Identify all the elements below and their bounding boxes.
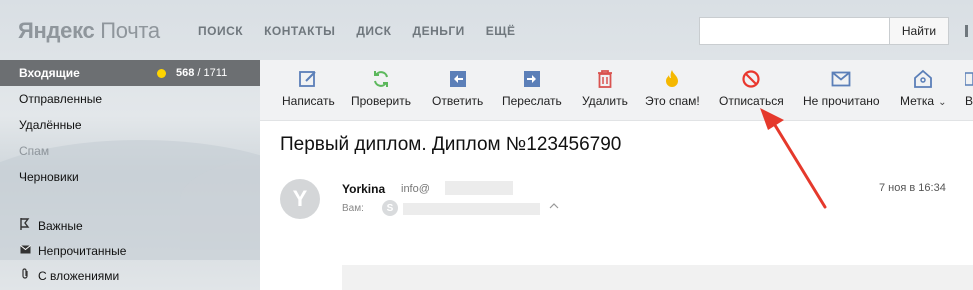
- search-button[interactable]: Найти: [889, 17, 949, 45]
- sender-email[interactable]: info@: [401, 183, 430, 195]
- label-important-text: Важные: [38, 218, 83, 233]
- folder-drafts[interactable]: Черновики: [0, 164, 260, 190]
- top-nav: ПОИСК КОНТАКТЫ ДИСК ДЕНЬГИ ЕЩЁ: [198, 24, 537, 38]
- refresh-icon: [371, 68, 391, 90]
- check-mail-button[interactable]: Проверить: [351, 68, 411, 108]
- sender-name[interactable]: Yorkina: [342, 182, 385, 196]
- label-dropdown-button[interactable]: Метка ⌄: [900, 68, 946, 108]
- logo-product: Почта: [100, 18, 160, 43]
- reply-button[interactable]: Ответить: [432, 68, 483, 108]
- reply-label: Ответить: [432, 94, 484, 108]
- recipient-avatar: S: [382, 200, 398, 216]
- unread-dot-icon[interactable]: [157, 69, 166, 78]
- label-unread[interactable]: Непрочитанные: [0, 238, 260, 263]
- compose-label: Написать: [282, 94, 335, 108]
- folder-spam[interactable]: Спам: [0, 138, 260, 164]
- recipient-label: Вам:: [342, 203, 364, 214]
- yandex-mail-logo[interactable]: Яндекс Почта: [18, 18, 160, 44]
- forward-label: Переслать: [502, 94, 562, 108]
- nav-disk[interactable]: ДИСК: [356, 24, 391, 38]
- tag-icon: [913, 68, 933, 90]
- folder-deleted[interactable]: Удалённые: [0, 112, 260, 138]
- chevron-up-icon[interactable]: [549, 201, 559, 212]
- sidebar: Входящие 568 / 1711 Отправленные Удалённ…: [0, 60, 260, 288]
- header: Яндекс Почта ПОИСК КОНТАКТЫ ДИСК ДЕНЬГИ …: [0, 0, 973, 60]
- label-dropdown-label: Метка ⌄: [900, 94, 947, 108]
- label-attachments[interactable]: С вложениями: [0, 263, 260, 288]
- folder-sent[interactable]: Отправленные: [0, 86, 260, 112]
- unsubscribe-icon: [741, 68, 761, 90]
- inbox-unread-count: 568: [176, 67, 195, 79]
- message-toolbar: Написать Проверить Ответить Переслать Уд: [260, 60, 973, 121]
- spam-label: Это спам!: [645, 94, 700, 108]
- unsubscribe-label: Отписаться: [719, 94, 784, 108]
- attachment-icon: [19, 268, 31, 283]
- trash-icon: [596, 68, 614, 90]
- search-input[interactable]: [699, 17, 889, 45]
- nav-money[interactable]: ДЕНЬГИ: [413, 24, 465, 38]
- inbox-counts: 568 / 1711: [176, 67, 227, 79]
- sender-avatar[interactable]: Y: [280, 179, 320, 219]
- forward-button[interactable]: Переслать: [502, 68, 562, 108]
- message-subject: Первый диплом. Диплом №123456790: [280, 134, 622, 155]
- message-body: [342, 265, 973, 290]
- sender-email-redacted: [445, 181, 513, 195]
- more-icon: [965, 68, 973, 90]
- nav-more[interactable]: ЕЩЁ: [486, 24, 516, 38]
- delete-button[interactable]: Удалить: [582, 68, 628, 108]
- recipient-redacted: [403, 203, 540, 215]
- unread-icon: [19, 244, 31, 257]
- folder-inbox[interactable]: Входящие 568 / 1711: [0, 60, 260, 86]
- message-date: 7 ноя в 16:34: [879, 182, 946, 194]
- inbox-total-count: / 1711: [197, 67, 228, 79]
- compose-icon: [298, 68, 318, 90]
- delete-label: Удалить: [582, 94, 628, 108]
- flame-icon: [663, 68, 681, 90]
- header-user-menu[interactable]: [965, 25, 968, 37]
- logo-brand: Яндекс: [18, 18, 95, 43]
- mark-unread-label: Не прочитано: [803, 94, 880, 108]
- envelope-icon: [831, 68, 851, 90]
- check-mail-label: Проверить: [351, 94, 412, 108]
- label-important[interactable]: Важные: [0, 213, 260, 238]
- chevron-down-icon: ⌄: [938, 97, 947, 108]
- more-label: В: [965, 94, 973, 108]
- compose-button[interactable]: Написать: [282, 68, 335, 108]
- more-button[interactable]: В: [965, 68, 973, 108]
- mark-unread-button[interactable]: Не прочитано: [803, 68, 880, 108]
- nav-contacts[interactable]: КОНТАКТЫ: [264, 24, 335, 38]
- forward-icon: [522, 68, 542, 90]
- message-pane: Написать Проверить Ответить Переслать Уд: [260, 60, 973, 290]
- nav-search[interactable]: ПОИСК: [198, 24, 243, 38]
- label-attachments-text: С вложениями: [38, 268, 120, 283]
- important-icon: [19, 218, 31, 233]
- label-unread-text: Непрочитанные: [38, 243, 127, 258]
- reply-icon: [448, 68, 468, 90]
- folder-inbox-label: Входящие: [19, 66, 80, 80]
- unsubscribe-button[interactable]: Отписаться: [719, 68, 784, 108]
- spam-button[interactable]: Это спам!: [645, 68, 700, 108]
